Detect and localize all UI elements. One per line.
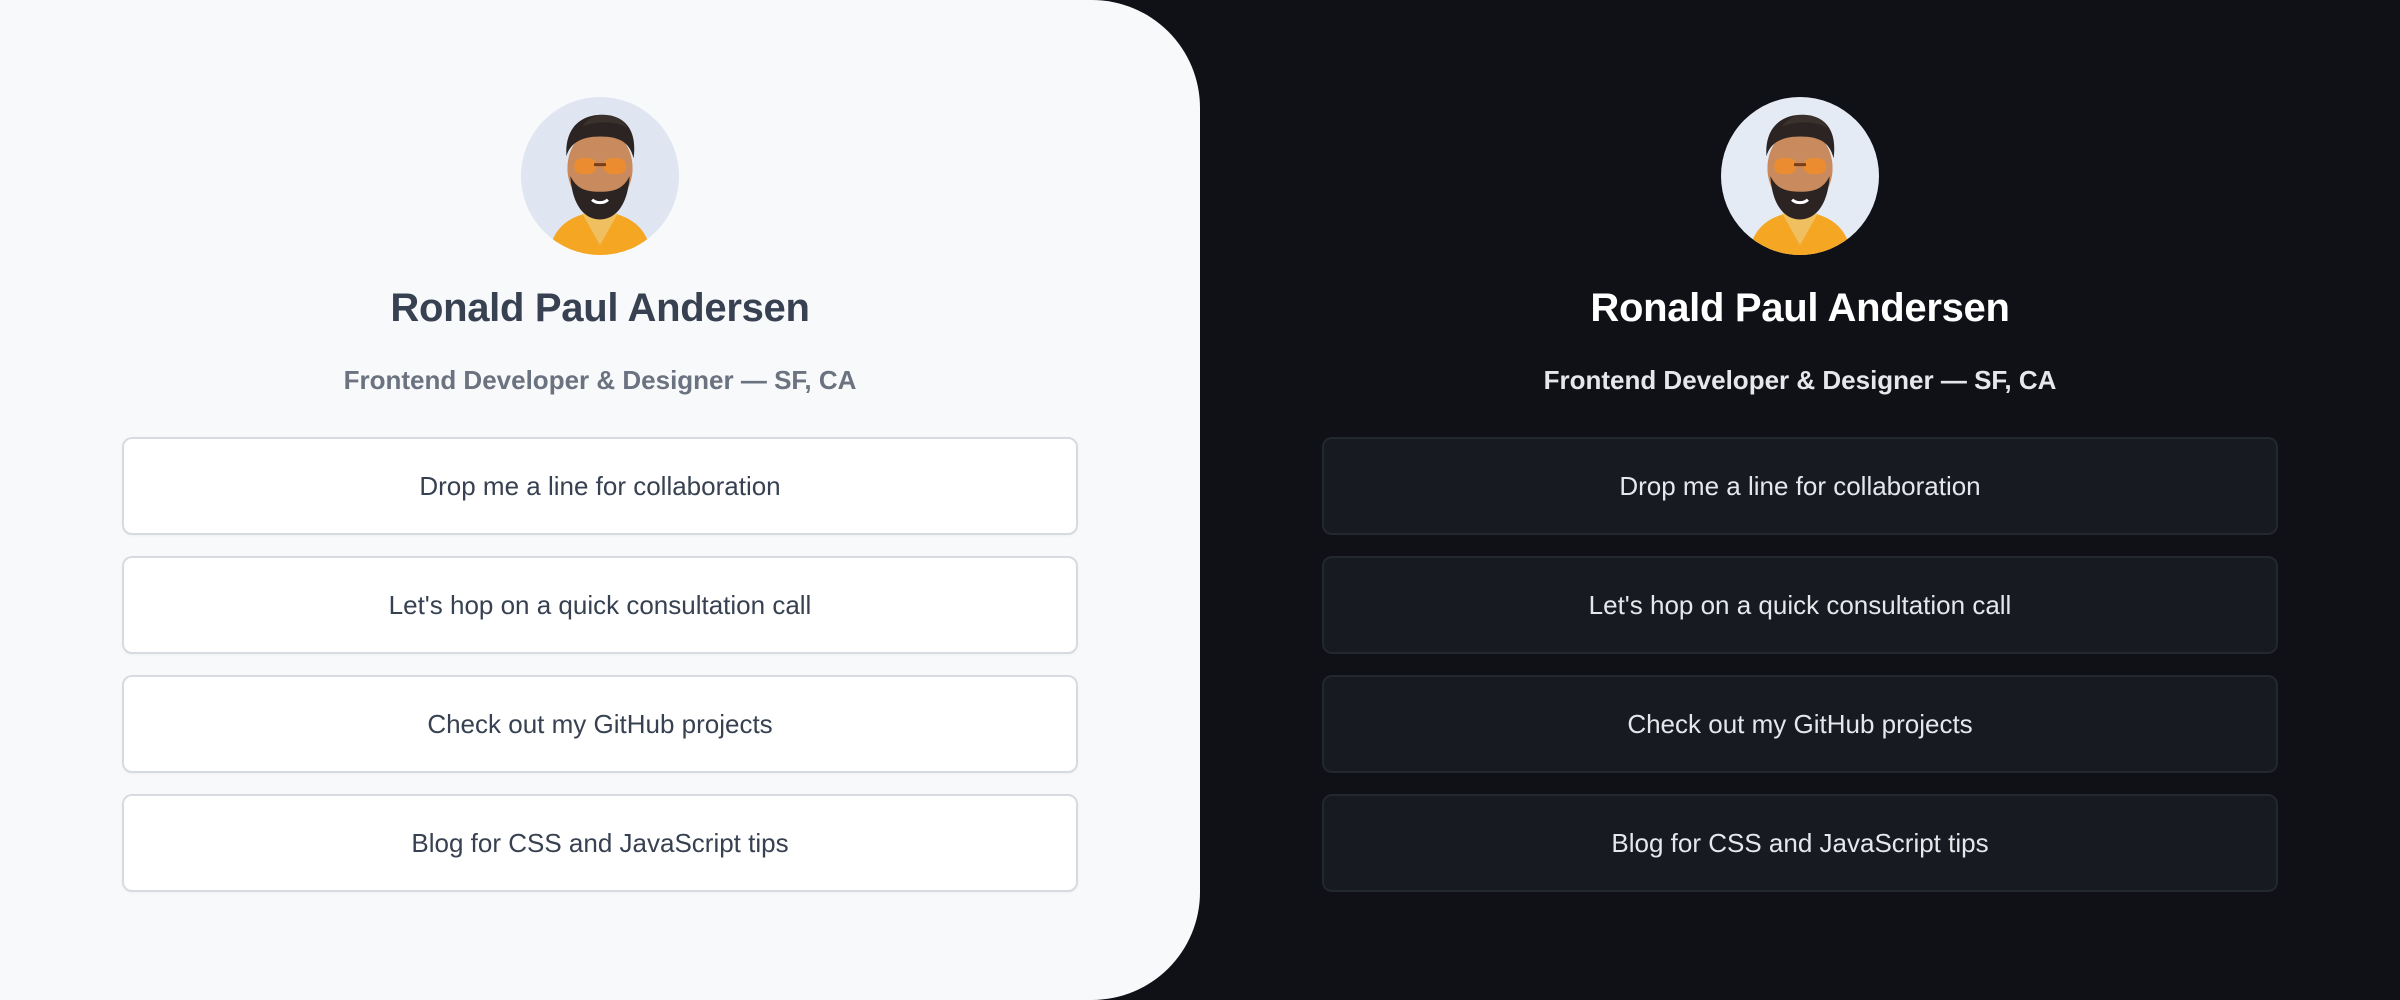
profile-name: Ronald Paul Andersen [390, 286, 810, 330]
memoji-avatar-icon [548, 114, 652, 255]
link-list: Drop me a line for collaboration Let's h… [122, 437, 1078, 913]
collaboration-link-button[interactable]: Drop me a line for collaboration [1322, 437, 2278, 535]
consultation-call-link-button[interactable]: Let's hop on a quick consultation call [122, 556, 1078, 654]
blog-link-button[interactable]: Blog for CSS and JavaScript tips [122, 794, 1078, 892]
collaboration-link-button[interactable]: Drop me a line for collaboration [122, 437, 1078, 535]
github-projects-link-button[interactable]: Check out my GitHub projects [122, 675, 1078, 773]
memoji-avatar-icon [1748, 114, 1852, 255]
profile-avatar [1721, 97, 1879, 255]
github-projects-link-button[interactable]: Check out my GitHub projects [1322, 675, 2278, 773]
light-theme-panel: Ronald Paul Andersen Frontend Developer … [0, 0, 1200, 1000]
link-list: Drop me a line for collaboration Let's h… [1322, 437, 2278, 913]
consultation-call-link-button[interactable]: Let's hop on a quick consultation call [1322, 556, 2278, 654]
profile-subtitle: Frontend Developer & Designer — SF, CA [1543, 365, 2057, 395]
dark-theme-panel: Ronald Paul Andersen Frontend Developer … [1200, 0, 2400, 1000]
profile-avatar [521, 97, 679, 255]
profile-name: Ronald Paul Andersen [1590, 286, 2010, 330]
blog-link-button[interactable]: Blog for CSS and JavaScript tips [1322, 794, 2278, 892]
profile-subtitle: Frontend Developer & Designer — SF, CA [343, 365, 857, 395]
